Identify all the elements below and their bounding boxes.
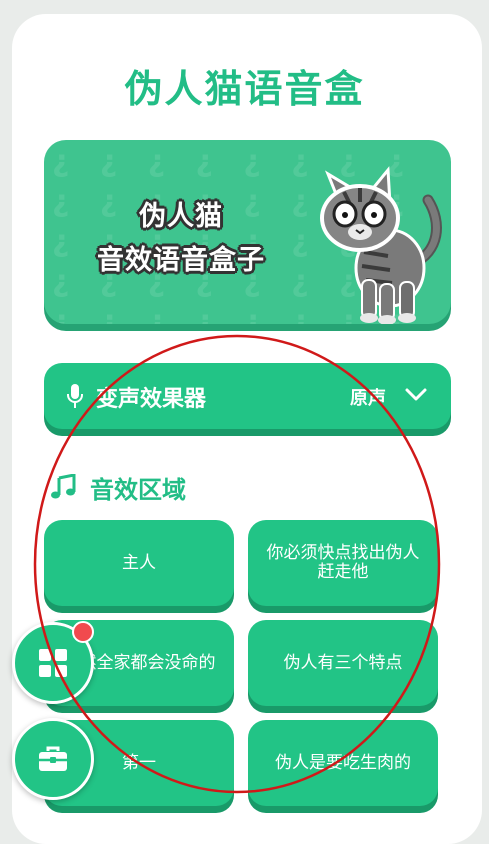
toolbox-icon: [39, 746, 67, 771]
sound-button-label: 伪人是要吃生肉的: [275, 752, 411, 773]
sound-button[interactable]: 主人: [44, 520, 234, 606]
hero-banner[interactable]: ¿ ¿ ¿ ¿ ¿ ¿ ¿ ¿ ¿ ¿ ¿ ¿ ¿ ¿ ¿ ¿ ¿ ¿ ¿ ¿ …: [44, 140, 451, 324]
voice-changer-bar[interactable]: 变声效果器 原声: [44, 363, 451, 429]
banner-line-1: 伪人猫: [139, 201, 223, 232]
toolbox-fab[interactable]: [12, 718, 94, 800]
music-note-icon: [51, 474, 76, 499]
sound-button-label: 第一: [122, 752, 156, 773]
sound-button-label: 主人: [122, 552, 156, 573]
sound-button-label: 你必须快点找出伪人赶走他: [266, 543, 420, 582]
sound-button-label: 伪人有三个特点: [283, 652, 403, 673]
sound-button[interactable]: 你必须快点找出伪人赶走他: [248, 520, 438, 606]
sound-button[interactable]: 伪人是要吃生肉的: [248, 720, 438, 806]
notification-badge: [72, 621, 94, 643]
cat-illustration: [320, 166, 442, 324]
voice-changer-current: 原声: [350, 388, 386, 409]
banner-text: 伪人猫 音效语音盒子: [56, 195, 306, 283]
sound-section-title: 音效区域: [90, 476, 186, 504]
sound-button[interactable]: 伪人有三个特点: [248, 620, 438, 706]
banner-line-2: 音效语音盒子: [97, 245, 265, 276]
grid-apps-icon: [39, 649, 67, 677]
page-title: 伪人猫语音盒: [124, 67, 365, 111]
mic-icon: [67, 384, 83, 408]
voice-changer-label: 变声效果器: [96, 387, 207, 412]
chevron-down-icon: [405, 388, 427, 401]
